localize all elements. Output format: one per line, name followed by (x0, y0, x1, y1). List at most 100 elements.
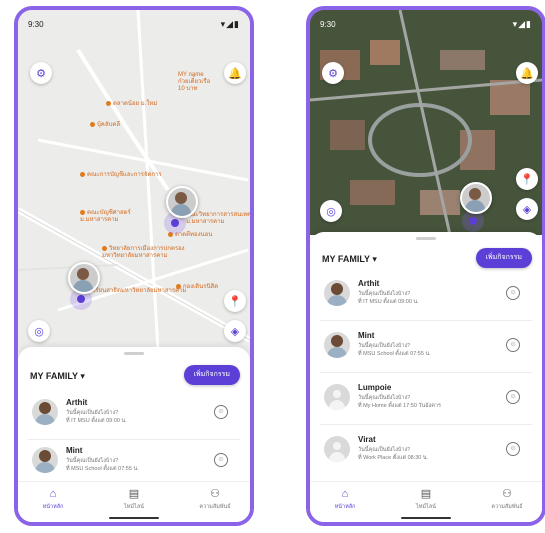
bell-icon: 🔔 (520, 67, 534, 80)
place-label[interactable]: โรงเรียนสาธิตมหาวิทยาลัยมหาสารคาม (84, 288, 186, 295)
member-location: ที่ Work Place ตั้งแต่ 08:30 น. (358, 455, 429, 461)
avatar (324, 332, 350, 358)
nav-relationship[interactable]: ⚇ ความสัมพันธ์ (472, 487, 542, 511)
place-label[interactable]: MY name ก๋วยเตี๋ยวเรือ 10 บาท (178, 72, 210, 93)
place-pin-icon (80, 210, 85, 215)
relationship-icon: ⚇ (502, 488, 512, 500)
layers-button[interactable]: ◈ (224, 320, 246, 342)
home-indicator (109, 517, 159, 519)
notification-button[interactable]: 🔔 (516, 62, 538, 84)
status-time: 9:30 (320, 20, 336, 29)
settings-button[interactable]: ⚙ (322, 62, 344, 84)
place-pin-icon (102, 246, 107, 251)
nav-home[interactable]: ⌂ หน้าหลัก (18, 487, 88, 511)
relationship-icon: ⚇ (210, 488, 220, 500)
avatar (324, 280, 350, 306)
satellite-imagery (310, 10, 542, 235)
member-name: Mint (358, 331, 375, 340)
nav-relationship[interactable]: ⚇ ความสัมพันธ์ (180, 487, 250, 511)
phone-screen-map: 9:30 ▾◢▮ ⚙ 🔔 MY name ก๋วยเตี๋ยวเรือ 10 บ… (14, 6, 254, 526)
home-indicator (401, 517, 451, 519)
satellite-map-view[interactable]: ⚙ 🔔 📍 ◈ ◎ (310, 10, 542, 235)
crosshair-icon: ◎ (326, 205, 336, 218)
member-name: Arthit (66, 398, 88, 407)
smiley-icon[interactable]: ☺ (506, 390, 520, 404)
add-activity-button[interactable]: เพิ่มกิจกรรม (475, 248, 532, 268)
map-view[interactable]: ⚙ 🔔 MY name ก๋วยเตี๋ยวเรือ 10 บาท ตลาดน้… (18, 10, 250, 360)
add-activity-button[interactable]: เพิ่มกิจกรรม (183, 365, 240, 385)
bottom-nav: ⌂ หน้าหลัก ▤ ไทม์ไลน์ ⚇ ความสัมพันธ์ (18, 481, 250, 522)
nav-label: ไทม์ไลน์ (416, 504, 436, 510)
member-row[interactable]: Arthit วันนี้คุณเป็นยังไงบ้าง? ที่ IT MS… (320, 272, 532, 321)
member-row[interactable]: Lumpoie วันนี้คุณเป็นยังไงบ้าง? ที่ My H… (320, 376, 532, 425)
smiley-icon[interactable]: ☺ (506, 442, 520, 456)
settings-button[interactable]: ⚙ (30, 62, 52, 84)
member-name: Mint (66, 446, 83, 455)
location-pin-button[interactable]: 📍 (224, 290, 246, 312)
gear-icon: ⚙ (328, 67, 338, 80)
member-status: วันนี้คุณเป็นยังไงบ้าง? (66, 458, 119, 464)
layers-icon: ◈ (230, 325, 240, 338)
member-name: Lumpoie (358, 383, 392, 392)
place-label[interactable]: คณะวิทยาการสารสนเทศ ม.มหาสารคาม (186, 212, 250, 226)
nav-label: ความสัมพันธ์ (491, 504, 523, 510)
sheet-handle[interactable] (416, 237, 436, 240)
map-pin-icon: 📍 (520, 173, 534, 186)
nav-timeline[interactable]: ▤ ไทม์ไลน์ (99, 487, 169, 511)
status-bar: 9:30 ▾◢▮ (18, 10, 250, 40)
my-location-button[interactable]: ◎ (320, 200, 342, 222)
sheet-handle[interactable] (124, 352, 144, 355)
avatar-placeholder (324, 384, 350, 410)
home-icon: ⌂ (341, 488, 349, 500)
status-icons: ▾◢▮ (512, 19, 532, 29)
member-status: วันนี้คุณเป็นยังไงบ้าง? (358, 395, 411, 401)
member-name: Virat (358, 435, 376, 444)
avatar (32, 447, 58, 473)
member-row[interactable]: Mint วันนี้คุณเป็นยังไงบ้าง? ที่ MSU Sch… (28, 439, 240, 487)
map-pin-icon: 📍 (228, 295, 242, 308)
member-location: ที่ MSU School ตั้งแต่ 07:55 น. (66, 466, 139, 472)
my-location-button[interactable]: ◎ (28, 320, 50, 342)
place-label[interactable]: บุ้คลับคลี (90, 122, 120, 129)
nav-label: หน้าหลัก (334, 504, 356, 510)
timeline-icon: ▤ (128, 488, 140, 500)
status-icons: ▾◢▮ (220, 19, 240, 29)
place-label[interactable]: ตลาดน้อย ม.ใหม่ (106, 101, 157, 108)
layers-button[interactable]: ◈ (516, 198, 538, 220)
place-label[interactable]: คณะบัญชีศาสตร์ ม.มหาสารคาม (80, 210, 131, 224)
notification-button[interactable]: 🔔 (224, 62, 246, 84)
member-location: ที่ IT MSU ตั้งแต่ 09:00 น. (358, 299, 419, 305)
home-icon: ⌂ (49, 488, 57, 500)
smiley-icon[interactable]: ☺ (506, 338, 520, 352)
smiley-icon[interactable]: ☺ (506, 286, 520, 300)
map-roads (18, 10, 250, 351)
location-pin-button[interactable]: 📍 (516, 168, 538, 190)
place-label[interactable]: วิทยาลัยการเมืองการปกครอง มหาวิทยาลัยมหา… (102, 246, 185, 260)
member-status: วันนี้คุณเป็นยังไงบ้าง? (358, 447, 411, 453)
nav-timeline[interactable]: ▤ ไทม์ไลน์ (391, 487, 461, 511)
member-avatar-marker[interactable] (68, 262, 100, 294)
member-avatar-marker[interactable] (166, 186, 198, 218)
place-pin-icon (80, 172, 85, 177)
status-time: 9:30 (28, 20, 44, 29)
member-status: วันนี้คุณเป็นยังไงบ้าง? (358, 343, 411, 349)
member-row[interactable]: Arthit วันนี้คุณเป็นยังไงบ้าง? ที่ IT MS… (28, 391, 240, 440)
nav-label: ความสัมพันธ์ (199, 504, 231, 510)
timeline-icon: ▤ (420, 488, 432, 500)
family-selector[interactable]: MY FAMILY ▾ (322, 254, 377, 265)
member-row[interactable]: Virat วันนี้คุณเป็นยังไงบ้าง? ที่ Work P… (320, 428, 532, 476)
family-sheet: MY FAMILY ▾ เพิ่มกิจกรรม Arthit วันนี้คุ… (310, 232, 542, 522)
place-label[interactable]: กองเดินรนิสิต (176, 284, 218, 291)
smiley-icon[interactable]: ☺ (214, 453, 228, 467)
nav-label: หน้าหลัก (42, 504, 64, 510)
bell-icon: 🔔 (228, 67, 242, 80)
crosshair-icon: ◎ (34, 325, 44, 338)
member-avatar-marker[interactable] (460, 182, 492, 214)
smiley-icon[interactable]: ☺ (214, 405, 228, 419)
member-row[interactable]: Mint วันนี้คุณเป็นยังไงบ้าง? ที่ MSU Sch… (320, 324, 532, 373)
nav-label: ไทม์ไลน์ (124, 504, 144, 510)
family-selector[interactable]: MY FAMILY ▾ (30, 371, 85, 382)
nav-home[interactable]: ⌂ หน้าหลัก (310, 487, 380, 511)
place-label[interactable]: คณะการบัญชีและการจัดการ (80, 172, 162, 179)
member-location: ที่ My Home ตั้งแต่ 17:50 วันอังคาร (358, 403, 441, 409)
